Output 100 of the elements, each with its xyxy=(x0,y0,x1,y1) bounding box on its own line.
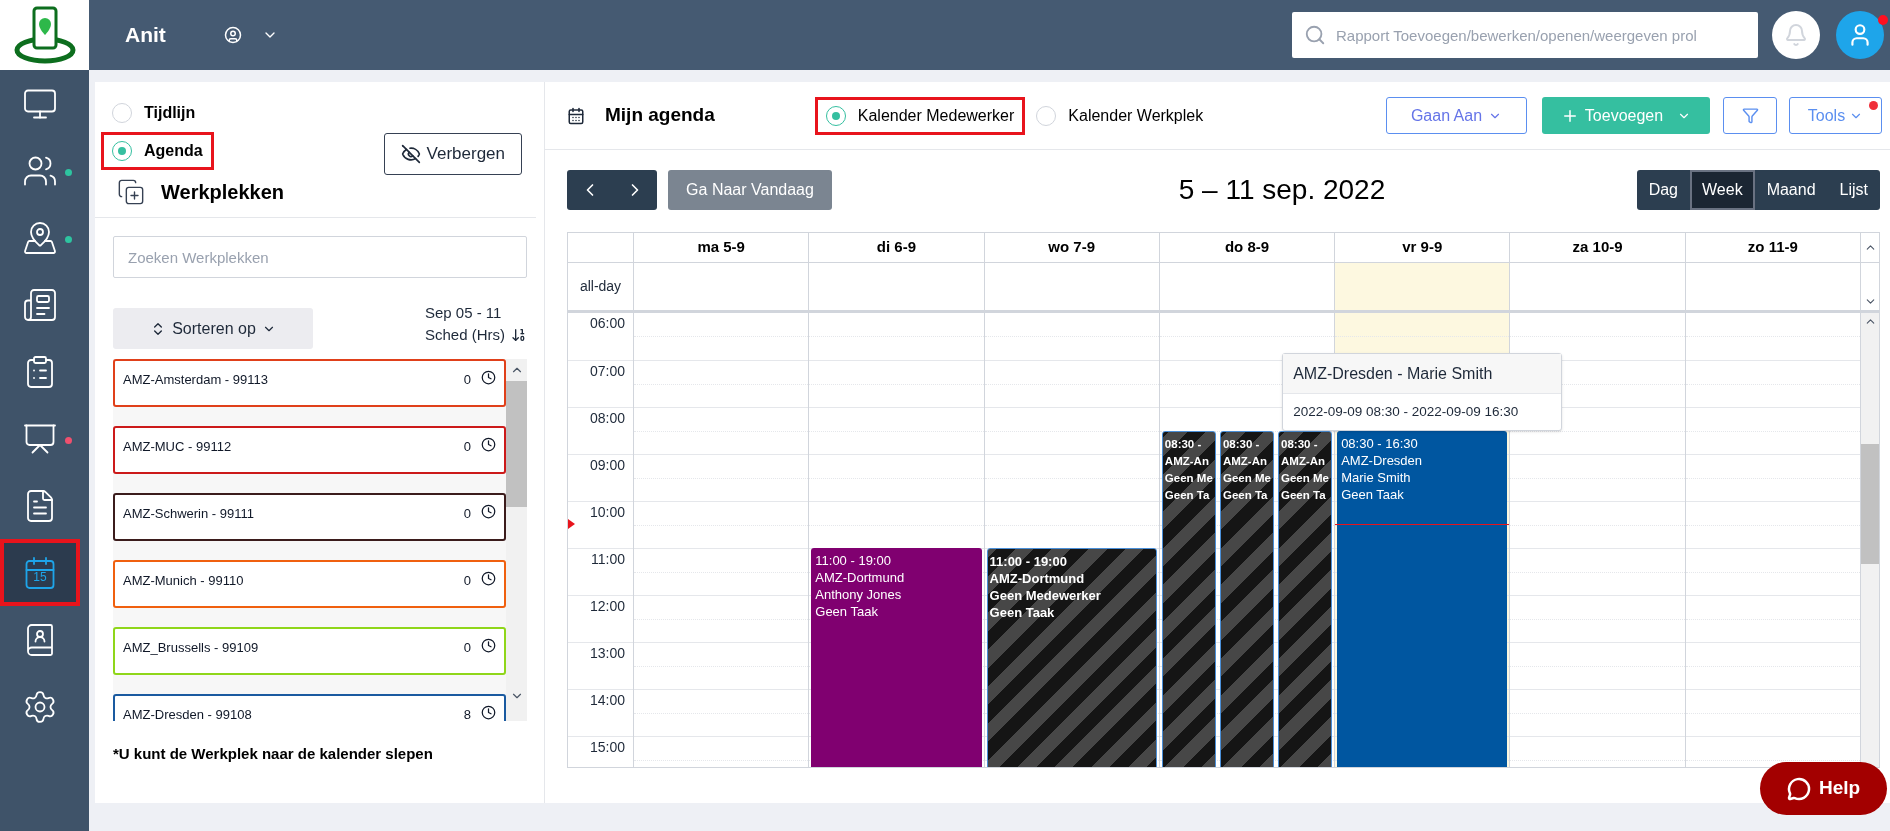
filter-button[interactable] xyxy=(1723,97,1777,134)
workplace-name: AMZ-Dresden - 99108 xyxy=(123,706,252,721)
event-time: 08:30 - xyxy=(1164,436,1203,452)
scheduled-hours: 0 xyxy=(463,639,471,657)
view-tab[interactable]: Maand xyxy=(1754,170,1828,210)
hour-label: 11:00 xyxy=(591,550,625,569)
all-day-label: all-day xyxy=(579,277,622,296)
event-time: 08:30 - xyxy=(1281,436,1319,452)
clock-icon xyxy=(481,437,496,452)
calendar-title: Mijn agenda xyxy=(605,103,715,128)
scheduled-hours: 0 xyxy=(463,572,471,590)
search-field[interactable]: Rapport Toevoegen/bewerken/openen/weergeven prol xyxy=(1292,12,1758,58)
view-tab[interactable]: Week xyxy=(1690,170,1755,210)
hour-label: 14:00 xyxy=(589,691,625,710)
now-indicator-icon xyxy=(568,519,575,529)
sidebar-icon xyxy=(22,286,58,323)
today-button[interactable]: Ga Naar Vandaag xyxy=(668,170,832,210)
help-button[interactable]: Help xyxy=(1760,762,1887,815)
radio-option[interactable]: Kalender Werkplek xyxy=(1036,103,1204,128)
notifications-button[interactable] xyxy=(1772,11,1820,59)
search-icon xyxy=(1304,24,1326,46)
event-text: AMZ-Dortmund xyxy=(989,570,1086,587)
app-name: Anit xyxy=(125,22,166,49)
event-text: Geen Ta xyxy=(1281,487,1327,503)
event-text: Geen Me xyxy=(1281,470,1330,486)
day-header: zo 11-9 xyxy=(1685,233,1861,262)
event-text: AMZ-Dresden xyxy=(1341,451,1424,469)
day-header: wo 7-9 xyxy=(984,233,1160,262)
clock-icon xyxy=(481,705,496,720)
search-field[interactable]: Zoeken Werkplekken xyxy=(113,236,527,278)
workplace-card[interactable]: AMZ-Schwerin - 99111 0 xyxy=(113,493,506,541)
hour-label: 06:00 xyxy=(589,314,625,333)
day-header: di 6-9 xyxy=(809,233,985,262)
calendar-event[interactable]: 11:00 - 19:00 AMZ-Dortmund Anthony Jones Geen Taak xyxy=(811,548,982,767)
workplace-name: AMZ-Schwerin - 99111 xyxy=(123,505,254,523)
hour-label: 07:00 xyxy=(589,362,625,381)
calendar-event[interactable]: 08:30 - AMZ-An Geen Me Geen Ta xyxy=(1161,430,1216,767)
drag-hint: *U kunt de Werkplek naar de kalender slepen xyxy=(113,744,434,764)
event-text: Geen Medewerker xyxy=(989,587,1102,604)
chat-icon xyxy=(1786,776,1811,801)
workplace-name: AMZ-Amsterdam - 99113 xyxy=(123,371,268,389)
event-text: Anthony Jones xyxy=(815,586,903,603)
sidebar-icon xyxy=(22,219,58,256)
column-label: Sched (Hrs) xyxy=(424,325,505,345)
hour-label: 08:00 xyxy=(589,409,625,428)
radio-option[interactable]: Kalender Medewerker xyxy=(825,103,1015,128)
calendar-event[interactable]: 11:00 - 19:00 AMZ-Dortmund Geen Medewerker Geen Taak xyxy=(986,548,1157,767)
scheduled-hours: 0 xyxy=(463,505,471,523)
workplace-card[interactable]: AMZ_Brussells - 99109 0 xyxy=(113,627,506,675)
date-range-title: 5 – 11 sep. 2022 xyxy=(1177,173,1387,207)
event-text: AMZ-Dortmund xyxy=(815,569,906,586)
calendar-event[interactable]: 08:30 - AMZ-An Geen Me Geen Ta xyxy=(1219,430,1275,767)
hour-label: 10:00 xyxy=(589,503,625,522)
event-text: Marie Smith xyxy=(1341,468,1412,486)
calendar-event[interactable]: 08:30 - 16:30 AMZ-Dresden Marie Smith Geen Taak xyxy=(1337,430,1508,767)
hour-label: 15:00 xyxy=(589,738,625,757)
hour-label: 13:00 xyxy=(589,644,625,663)
scheduled-hours: 0 xyxy=(463,438,471,456)
eye-off-icon xyxy=(400,144,421,164)
workplace-card[interactable]: AMZ-Amsterdam - 99113 0 xyxy=(113,359,506,407)
add-workplace-icon[interactable] xyxy=(117,178,145,206)
event-time: 11:00 - 19:00 xyxy=(989,553,1068,570)
section-title: Werkplekken xyxy=(161,180,285,205)
calendar-icon xyxy=(567,106,585,125)
event-text: Geen Ta xyxy=(1164,487,1211,503)
scrollbar[interactable] xyxy=(506,359,527,721)
event-time: 08:30 - xyxy=(1222,436,1261,452)
goto-button[interactable]: Gaan Aan xyxy=(1386,97,1527,134)
event-text: Geen Taak xyxy=(815,603,879,620)
user-circle-icon[interactable] xyxy=(223,26,242,44)
event-text: AMZ-An xyxy=(1164,453,1210,469)
scrollbar-thumb[interactable] xyxy=(506,381,527,507)
clock-icon xyxy=(481,571,496,586)
workplace-card[interactable]: AMZ-Munich - 99110 0 xyxy=(113,560,506,608)
day-header: do 8-9 xyxy=(1159,233,1336,262)
event-text: Geen Taak xyxy=(989,604,1056,621)
scrollbar-thumb[interactable] xyxy=(1861,444,1879,564)
numeric-sort-icon[interactable] xyxy=(511,327,527,343)
event-text: Geen Ta xyxy=(1222,487,1269,503)
hour-label: 09:00 xyxy=(589,456,625,475)
period-label: Sep 05 - 11 xyxy=(424,303,503,323)
hide-button[interactable]: Verbergen xyxy=(383,133,522,175)
view-tab[interactable]: Lijst xyxy=(1827,170,1880,210)
calendar-event[interactable]: 08:30 - AMZ-An Geen Me Geen Ta xyxy=(1278,430,1333,767)
sidebar-item[interactable]: 15 xyxy=(0,539,80,606)
event-text: AMZ-An xyxy=(1222,453,1268,469)
event-time: 11:00 - 19:00 xyxy=(815,552,892,569)
event-text: Geen Me xyxy=(1222,470,1272,486)
radio-option[interactable]: Tijdlijn xyxy=(112,101,203,125)
sort-button[interactable]: Sorteren op xyxy=(113,308,313,349)
day-header: za 10-9 xyxy=(1510,233,1686,262)
clock-icon xyxy=(481,504,496,519)
hour-label: 12:00 xyxy=(589,597,625,616)
workplace-name: AMZ-Munich - 99110 xyxy=(123,572,244,590)
radio-option[interactable]: Agenda xyxy=(112,139,203,163)
scrollbar[interactable] xyxy=(1861,313,1879,767)
view-tab[interactable]: Dag xyxy=(1636,170,1690,210)
workplace-card[interactable]: AMZ-Dresden - 99108 8 xyxy=(113,694,506,721)
tooltip-text: 2022-09-09 08:30 - 2022-09-09 16:30 xyxy=(1293,402,1519,421)
workplace-card[interactable]: AMZ-MUC - 99112 0 xyxy=(113,426,506,474)
